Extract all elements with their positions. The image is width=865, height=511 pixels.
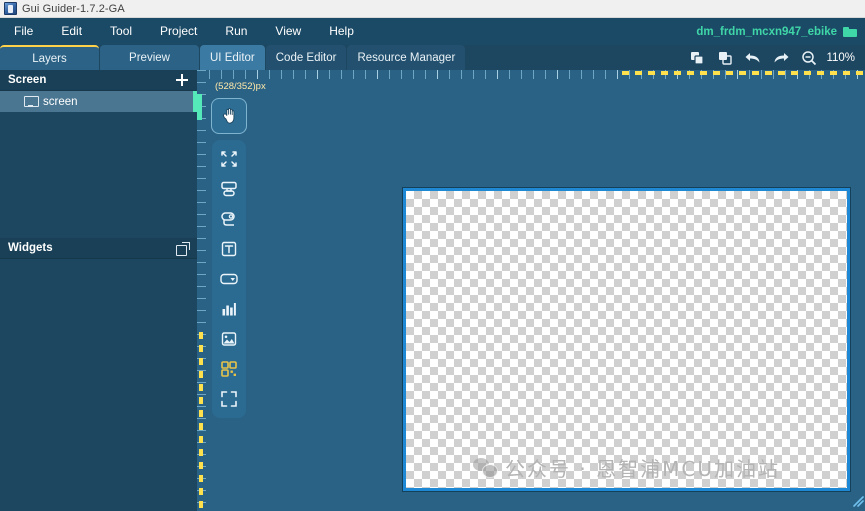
tab-code-editor[interactable]: Code Editor (265, 45, 347, 70)
zoom-out-button[interactable] (796, 45, 822, 70)
menu-bar: File Edit Tool Project Run View Help dm_… (0, 18, 865, 45)
tab-resource-manager[interactable]: Resource Manager (347, 45, 466, 70)
widgets-panel-title: Widgets (8, 242, 53, 254)
left-sidebar: Screen screen Widgets (0, 70, 197, 511)
image-tool-button[interactable] (212, 324, 246, 354)
window-title: Gui Guider-1.7.2-GA (22, 2, 125, 15)
sidebar-item-screen[interactable]: screen (0, 91, 197, 112)
monitor-icon (24, 96, 39, 107)
copy-icon (691, 51, 705, 65)
canvas-transparent-background[interactable]: 公众号 · 恩智浦MCU加油站 (406, 191, 847, 488)
screen-panel-header: Screen (0, 70, 197, 91)
paste-button[interactable] (712, 45, 738, 70)
fullscreen-tool-icon (221, 391, 237, 407)
tab-ui-editor[interactable]: UI Editor (200, 45, 265, 70)
dropdown-tool-button[interactable] (212, 264, 246, 294)
resize-handle-icon (853, 496, 864, 507)
add-screen-button[interactable] (175, 73, 189, 87)
menu-item-tool[interactable]: Tool (96, 18, 146, 45)
editor-toolbar: 110% (684, 45, 861, 70)
project-name-label: dm_frdm_mcxn947_ebike (696, 25, 837, 38)
title-bar: Gui Guider-1.7.2-GA (0, 0, 865, 18)
design-canvas[interactable]: 公众号 · 恩智浦MCU加油站 (403, 188, 850, 491)
image-tool-icon (221, 332, 237, 346)
stack-tool-icon (221, 212, 235, 226)
zoom-out-icon (802, 50, 817, 65)
tab-layers[interactable]: Layers (0, 45, 99, 70)
menu-item-run[interactable]: Run (211, 18, 261, 45)
redo-icon (774, 52, 789, 62)
tab-preview[interactable]: Preview (100, 45, 199, 70)
qrcode-tool-icon (221, 361, 237, 377)
text-tool-button[interactable] (212, 234, 246, 264)
container-tool-icon (221, 181, 237, 197)
resize-tool-button[interactable] (212, 144, 246, 174)
menu-item-help[interactable]: Help (315, 18, 368, 45)
app-icon (4, 2, 17, 15)
vertical-ruler (197, 70, 206, 511)
text-tool-icon (221, 241, 237, 257)
canvas-resize-handle[interactable] (852, 494, 864, 507)
undo-button[interactable] (740, 45, 766, 70)
canvas-watermark: 公众号 · 恩智浦MCU加油站 (406, 453, 847, 482)
undo-icon (745, 52, 760, 62)
dropdown-tool-icon (220, 273, 238, 285)
widget-tool-palette (212, 140, 246, 418)
paste-icon (719, 51, 733, 65)
chart-tool-icon (222, 303, 236, 316)
popout-icon[interactable] (176, 241, 190, 256)
wechat-icon (473, 457, 499, 478)
ui-editor-canvas-area[interactable]: (528/352)px 公众号 · 恩智浦MCU加油站 (197, 70, 865, 511)
menu-item-view[interactable]: View (261, 18, 315, 45)
stack-tool-button[interactable] (212, 204, 246, 234)
menu-item-file[interactable]: File (0, 18, 47, 45)
zoom-level-label[interactable]: 110% (824, 52, 861, 64)
sidebar-item-label: screen (43, 95, 78, 108)
fullscreen-tool-button[interactable] (212, 384, 246, 414)
pointer-hand-icon (223, 108, 235, 124)
application-window: Gui Guider-1.7.2-GA File Edit Tool Proje… (0, 0, 865, 511)
menu-item-edit[interactable]: Edit (47, 18, 96, 45)
current-project[interactable]: dm_frdm_mcxn947_ebike (696, 18, 857, 45)
copy-button[interactable] (684, 45, 710, 70)
coordinate-label: (528/352)px (215, 81, 266, 92)
container-tool-button[interactable] (212, 174, 246, 204)
vertical-ruler-selection-marker (197, 94, 202, 120)
qrcode-tool-button[interactable] (212, 354, 246, 384)
resize-tool-icon (221, 151, 237, 167)
screen-panel-title: Screen (8, 74, 47, 86)
pointer-hand-tool-button[interactable] (211, 98, 247, 134)
menu-item-project[interactable]: Project (146, 18, 211, 45)
horizontal-guide-line (622, 71, 865, 75)
redo-button[interactable] (768, 45, 794, 70)
widgets-panel-header: Widgets (0, 238, 197, 259)
vertical-guide-line (199, 332, 203, 511)
chart-tool-button[interactable] (212, 294, 246, 324)
folder-icon[interactable] (843, 26, 857, 37)
horizontal-ruler (197, 70, 865, 79)
watermark-text: 公众号 · 恩智浦MCU加油站 (505, 457, 780, 481)
